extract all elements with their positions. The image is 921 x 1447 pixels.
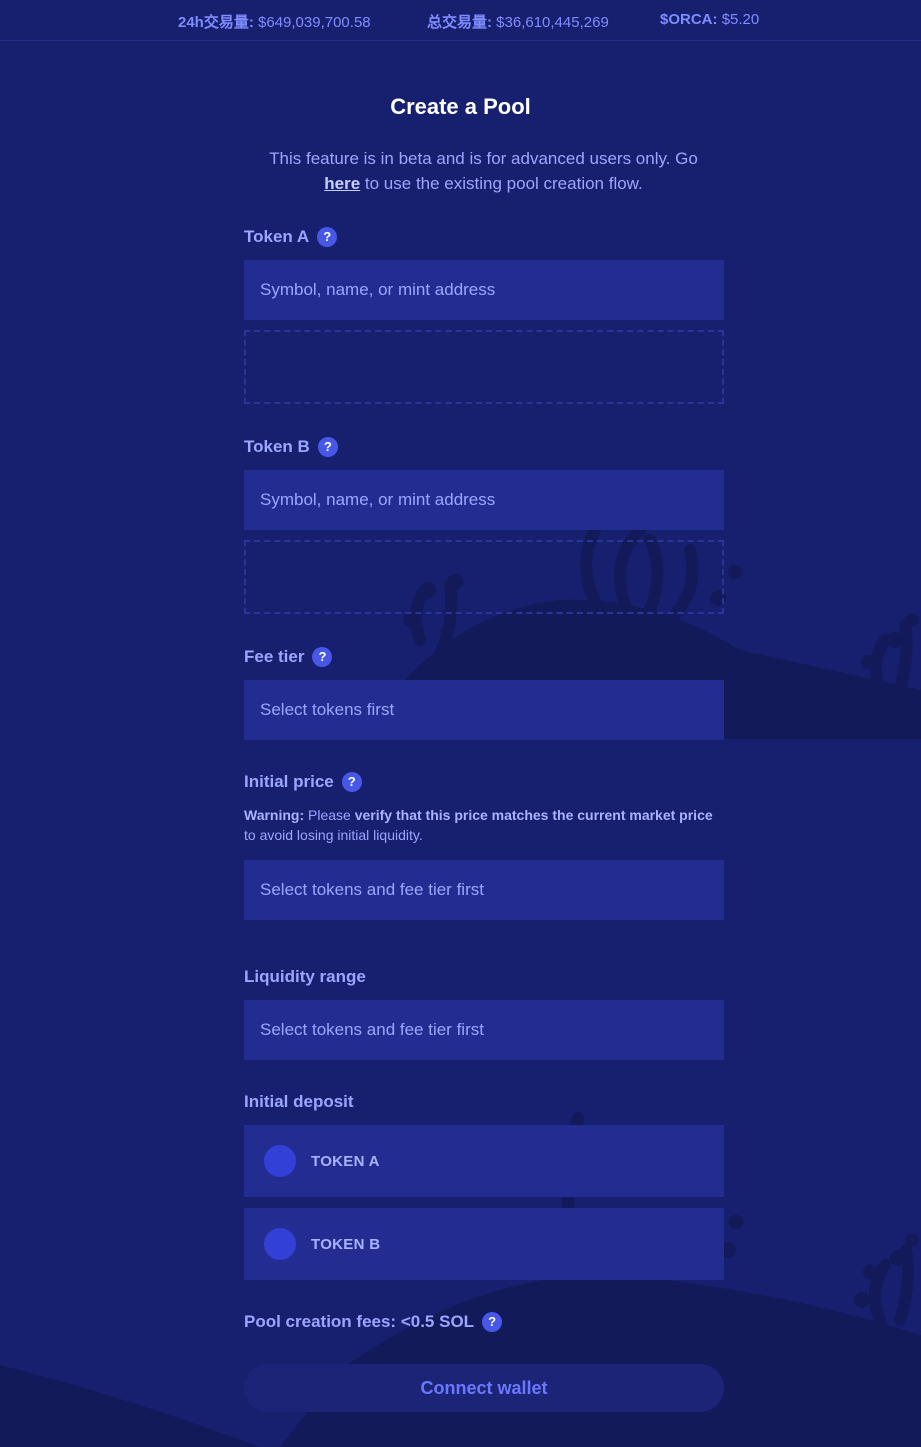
token-b-icon <box>264 1228 296 1260</box>
pool-creation-fees-text: Pool creation fees: <0.5 SOL <box>244 1312 475 1331</box>
fee-tier-label: Fee tier ? <box>244 647 333 667</box>
price-warning-title: Warning: <box>244 807 305 823</box>
help-icon[interactable]: ? <box>341 772 362 792</box>
help-icon[interactable]: ? <box>482 1312 503 1332</box>
stats-bar: 24h交易量: $649,039,700.58 总交易量: $36,610,44… <box>0 0 921 41</box>
token-b-label: Token B ? <box>244 437 338 457</box>
fee-tier-field[interactable]: Select tokens first <box>244 680 724 740</box>
price-warning: Warning: Please verify that this price m… <box>244 805 724 845</box>
fee-tier-value: Select tokens first <box>260 700 395 719</box>
help-icon[interactable]: ? <box>317 437 338 457</box>
token-a-label: Token A ? <box>244 227 338 247</box>
price-warning-bold: verify that this price matches the curre… <box>354 807 713 823</box>
initial-deposit-label-text: Initial deposit <box>244 1092 354 1111</box>
initial-deposit-label: Initial deposit <box>244 1092 354 1112</box>
token-b-search-input[interactable] <box>244 470 724 530</box>
token-a-icon <box>264 1145 296 1177</box>
stat-24h-volume-label: 24h交易量: <box>178 14 254 31</box>
stat-total-volume: 总交易量: $36,610,445,269 <box>427 11 609 32</box>
liquidity-range-label-text: Liquidity range <box>244 967 366 986</box>
price-warning-text-2: to avoid losing initial liquidity. <box>244 827 423 843</box>
initial-price-value: Select tokens and fee tier first <box>260 880 484 899</box>
deposit-token-a-name: TOKEN A <box>311 1152 380 1170</box>
stat-24h-volume-value: $649,039,700.58 <box>258 14 371 31</box>
stat-24h-volume: 24h交易量: $649,039,700.58 <box>178 11 371 32</box>
stat-total-volume-label: 总交易量: <box>427 14 492 31</box>
token-a-selection-placeholder <box>244 330 724 404</box>
here-link[interactable]: here <box>324 174 360 193</box>
stat-orca-price-value: $5.20 <box>721 11 760 28</box>
token-b-selection-placeholder <box>244 540 724 614</box>
token-b-label-text: Token B <box>244 437 310 456</box>
stat-orca-price-label: $ORCA: <box>660 11 718 28</box>
stat-orca-price: $ORCA: $5.20 <box>660 11 759 28</box>
stat-total-volume-value: $36,610,445,269 <box>496 14 609 31</box>
token-a-label-text: Token A <box>244 227 310 246</box>
liquidity-range-value: Select tokens and fee tier first <box>260 1020 484 1039</box>
initial-price-label-text: Initial price <box>244 772 334 791</box>
beta-notice-text: This feature is in beta and is for advan… <box>269 149 698 168</box>
token-a-search-field[interactable] <box>244 260 724 320</box>
token-b-search-field[interactable] <box>244 470 724 530</box>
page-title: Create a Pool <box>390 94 531 119</box>
pool-creation-fees: Pool creation fees: <0.5 SOL ? <box>244 1312 503 1332</box>
initial-price-field[interactable]: Select tokens and fee tier first <box>244 860 724 920</box>
help-icon[interactable]: ? <box>312 647 333 667</box>
beta-notice-text-after: to use the existing pool creation flow. <box>364 174 643 193</box>
fee-tier-label-text: Fee tier <box>244 647 305 666</box>
liquidity-range-field[interactable]: Select tokens and fee tier first <box>244 1000 724 1060</box>
deposit-token-b[interactable]: TOKEN B <box>244 1208 724 1280</box>
initial-price-label: Initial price ? <box>244 772 362 792</box>
liquidity-range-label: Liquidity range <box>244 967 366 987</box>
connect-wallet-button[interactable]: Connect wallet <box>244 1364 724 1412</box>
help-icon[interactable]: ? <box>317 227 338 247</box>
token-a-search-input[interactable] <box>244 260 724 320</box>
deposit-token-b-name: TOKEN B <box>311 1235 381 1253</box>
deposit-token-a[interactable]: TOKEN A <box>244 1125 724 1197</box>
price-warning-text-1: Please <box>308 807 351 823</box>
beta-notice: This feature is in beta and is for advan… <box>230 146 737 196</box>
